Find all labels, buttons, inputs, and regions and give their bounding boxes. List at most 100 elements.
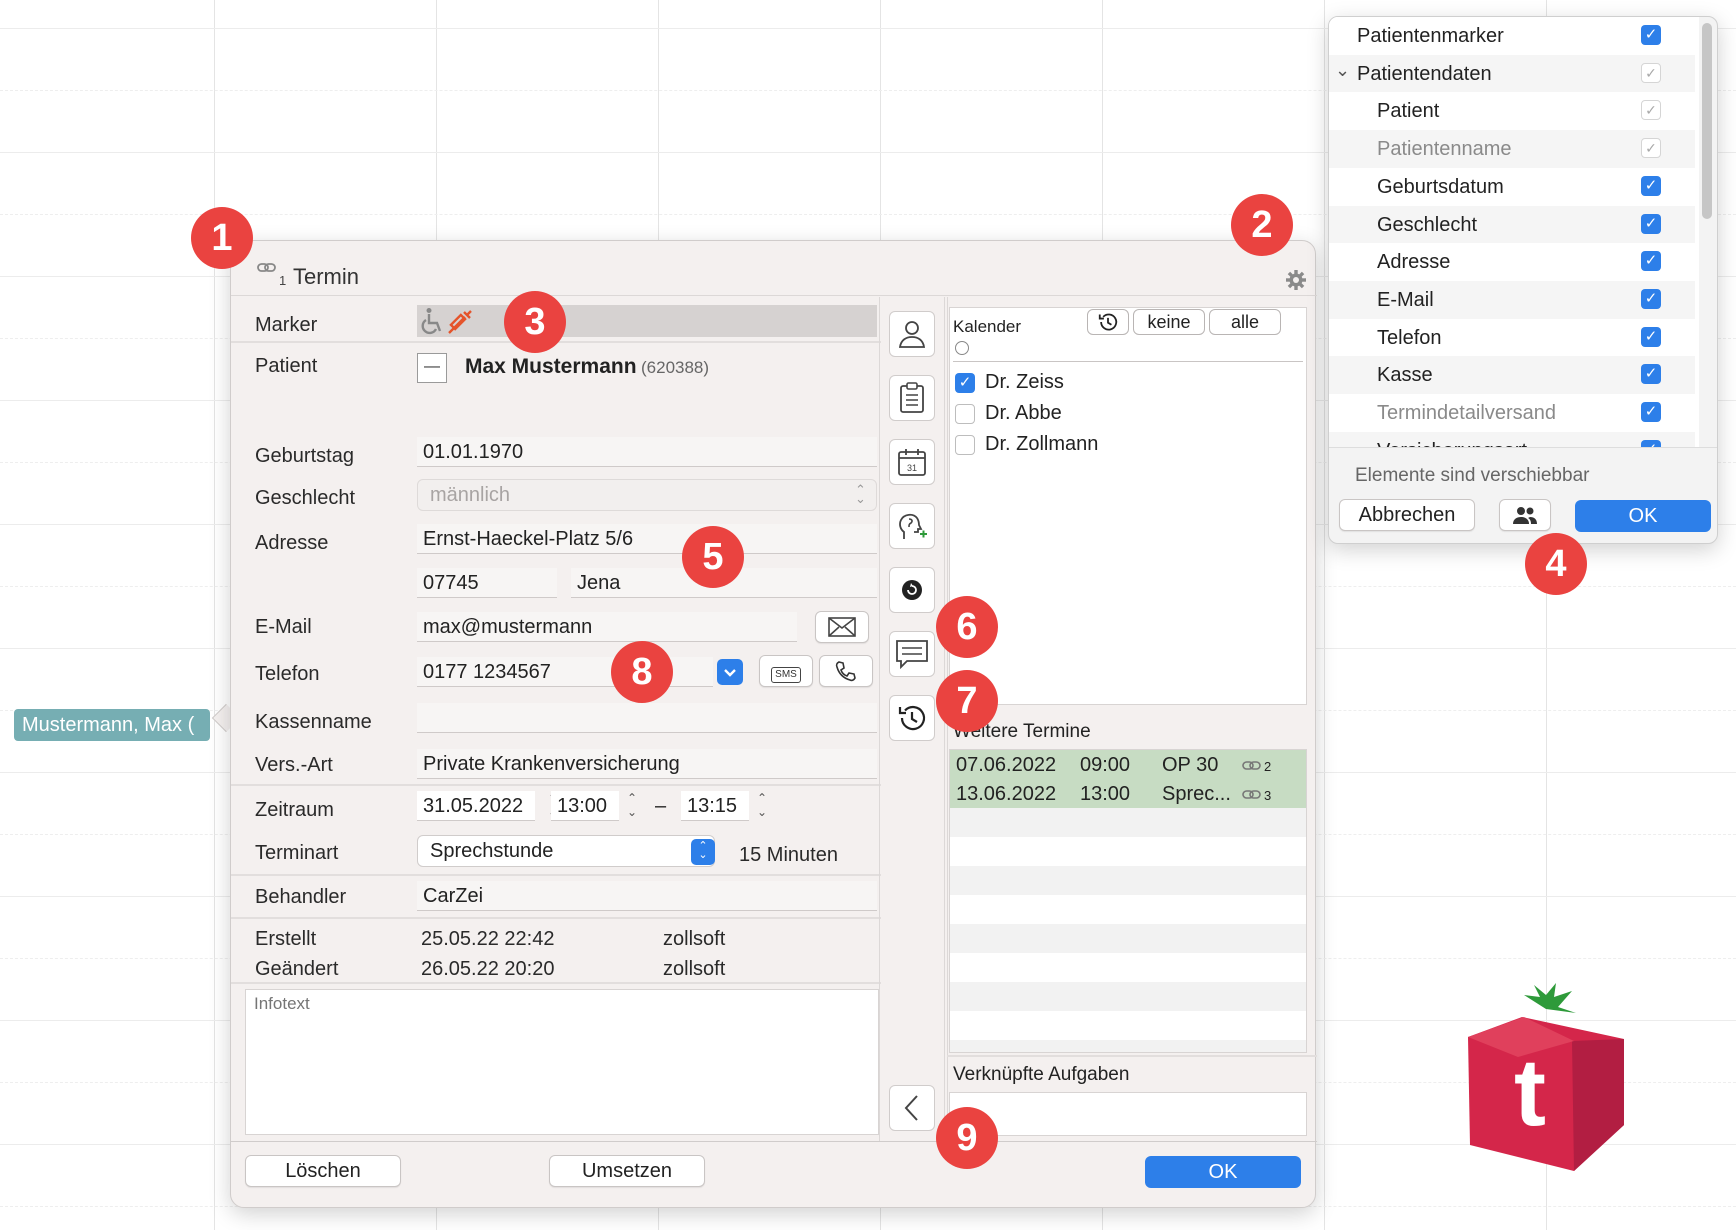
settings-item-label: Adresse [1377,251,1451,274]
referral-button[interactable] [889,503,935,549]
settings-ok-button[interactable]: OK [1575,500,1711,532]
settings-item-checkbox[interactable]: ✓ [1641,213,1661,234]
appointment-row[interactable]: 07.06.2022 09:00 OP 30 2 [950,750,1306,779]
doctor-row[interactable]: ✓ Dr. Zeiss [955,369,1295,397]
select-none-button[interactable]: keine [1133,309,1205,335]
practitioner-field[interactable]: CarZei [417,881,877,911]
doctor-checkbox[interactable] [955,435,975,455]
time-from-stepper[interactable]: ⌃ ⌄ [616,791,648,823]
settings-item[interactable]: ⌄ Patientendaten ✓ [1329,54,1695,93]
calendar-event-chip[interactable]: Mustermann, Max ( [14,709,210,741]
modified-at: 26.05.22 20:20 [421,958,555,980]
settings-item[interactable]: E-Mail ✓ [1329,280,1695,319]
settings-item[interactable]: Versicherungsart ✓ [1329,431,1695,447]
head-plus-icon [899,513,927,539]
settings-item[interactable]: Geburtsdatum ✓ [1329,167,1695,206]
settings-item[interactable]: Kasse ✓ [1329,356,1695,395]
calendar-button[interactable]: 31 [889,439,935,485]
chevron-down-icon[interactable]: ⌄ [1335,51,1350,89]
callout-badge-7: 7 [936,670,998,732]
scrollbar[interactable] [1702,23,1712,219]
call-button[interactable] [819,655,873,687]
phone-label: Telefon [255,663,320,685]
gear-icon[interactable] [1285,269,1307,296]
settings-item[interactable]: Telefon ✓ [1329,318,1695,357]
patient-profile-button[interactable] [889,311,935,357]
settings-item-checkbox[interactable]: ✓ [1641,138,1661,159]
history-filter-button[interactable] [1087,309,1129,335]
email-field[interactable]: max@mustermann [417,612,797,642]
doctor-checkbox[interactable]: ✓ [955,373,975,393]
chevron-updown-icon: ⌃ ⌄ [691,839,715,865]
settings-item-checkbox[interactable]: ✓ [1641,251,1661,272]
calendar-radio[interactable] [955,341,969,355]
email-label: E-Mail [255,616,312,638]
move-button[interactable]: Umsetzen [549,1155,705,1187]
ok-button[interactable]: OK [1145,1156,1301,1188]
settings-item-checkbox[interactable]: ✓ [1641,364,1661,385]
created-label: Erstellt [255,928,317,950]
wheelchair-icon [421,307,447,340]
syringe-icon [447,307,475,340]
info-textarea[interactable] [245,989,879,1135]
settings-item-checkbox[interactable]: ✓ [1641,25,1661,45]
settings-item[interactable]: Patient ✓ [1329,92,1695,131]
settings-item-checkbox[interactable]: ✓ [1641,402,1661,422]
empty-row [950,895,1306,924]
period-label: Zeitraum [255,799,334,821]
settings-item-checkbox[interactable]: ✓ [1641,175,1661,196]
settings-item-checkbox[interactable]: ✓ [1641,439,1661,447]
settings-item[interactable]: Termindetailversand ✓ [1329,394,1695,432]
duration-text: 15 Minuten [739,844,838,866]
appointment-row[interactable]: 13.06.2022 13:00 Sprec... 3 [950,779,1306,808]
settings-item[interactable]: Geschlecht ✓ [1329,205,1695,244]
doctor-checkbox[interactable] [955,404,975,424]
insurance-type-label: Vers.-Art [255,754,333,776]
user-group-button[interactable] [1499,499,1551,531]
date-field[interactable]: 31.05.2022 [417,791,535,821]
settings-item[interactable]: Adresse ✓ [1329,243,1695,282]
zip-field[interactable]: 07745 [417,568,557,598]
time-from-field[interactable]: 13:00 [551,791,619,821]
collapse-panel-button[interactable] [889,1085,935,1131]
send-email-button[interactable] [815,611,869,643]
patient-collapse-button[interactable]: — [417,353,447,383]
delete-button[interactable]: Löschen [245,1155,401,1187]
select-all-button[interactable]: alle [1209,309,1281,335]
settings-item-label: Patientenmarker [1357,25,1504,47]
time-to-stepper[interactable]: ⌃ ⌄ [746,791,778,823]
time-to-field[interactable]: 13:15 [681,791,749,821]
send-sms-button[interactable]: SMS [759,655,813,687]
doctor-row[interactable]: Dr. Zollmann [955,431,1295,459]
callout-badge-6: 6 [936,596,998,658]
link-count: 1 [279,273,287,288]
empty-row [950,1011,1306,1040]
history-icon [1098,313,1118,331]
settings-item-checkbox[interactable]: ✓ [1641,288,1661,309]
cancel-button[interactable]: Abbrechen [1339,499,1475,531]
history-icon [898,705,926,731]
settings-item-checkbox[interactable]: ✓ [1641,326,1661,347]
settings-item[interactable]: Patientenname ✓ [1329,130,1695,169]
birthday-field[interactable]: 01.01.1970 [417,437,877,467]
insurance-type-field[interactable]: Private Krankenversicherung [417,749,877,779]
doctor-row[interactable]: Dr. Abbe [955,400,1295,428]
phone-dropdown-button[interactable] [717,659,743,685]
record-button[interactable] [889,567,935,613]
history-button[interactable] [889,695,935,741]
settings-item-checkbox[interactable]: ✓ [1641,100,1661,121]
users-icon [1513,507,1537,524]
gender-select[interactable]: männlich [417,479,877,511]
settings-item-checkbox[interactable]: ✓ [1641,62,1661,83]
insurer-name-field[interactable] [417,703,877,733]
appointment-type-select[interactable]: Sprechstunde [417,835,715,867]
created-by: zollsoft [663,928,726,950]
settings-item[interactable]: Patientenmarker ✓ [1329,17,1695,55]
clipboard-button[interactable] [889,375,935,421]
settings-item-label: Versicherungsart [1377,432,1527,447]
marker-field[interactable] [417,305,877,337]
message-button[interactable] [889,631,935,677]
chevron-left-icon [904,1095,918,1121]
street-field[interactable]: Ernst-Haeckel-Platz 5/6 [417,524,877,554]
linked-tasks-title: Verknüpfte Aufgaben [953,1064,1130,1085]
